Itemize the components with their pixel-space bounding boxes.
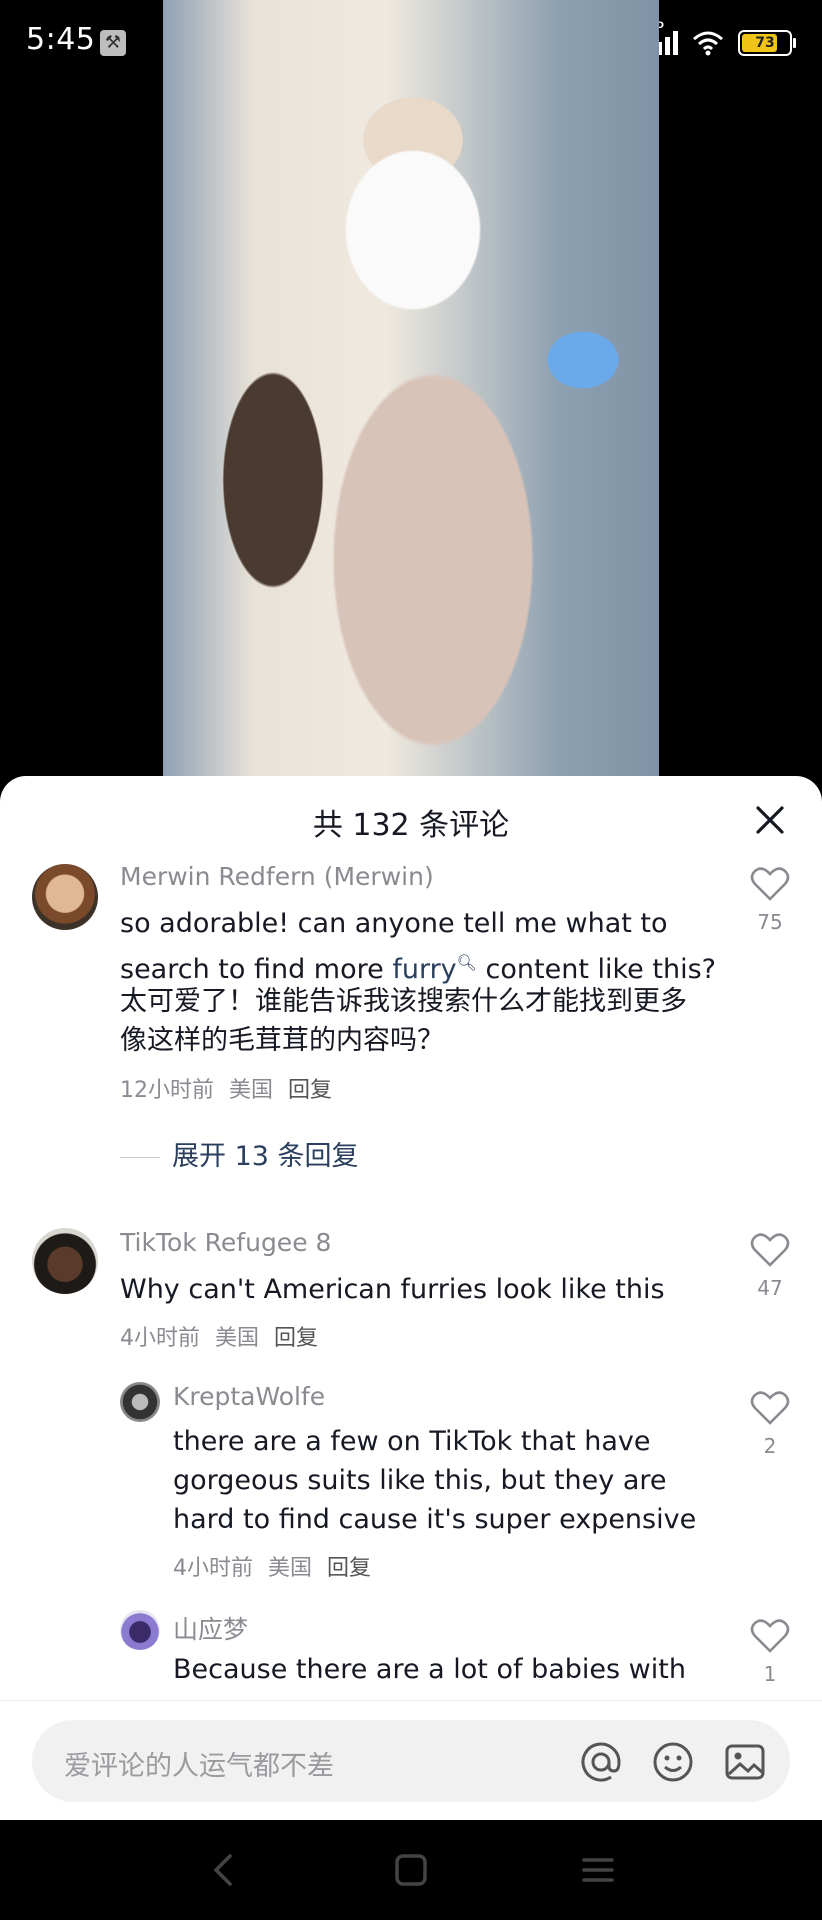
- like-button[interactable]: 47: [740, 1232, 800, 1300]
- expand-replies-button[interactable]: 展开 13 条回复: [120, 1134, 359, 1173]
- comment-username[interactable]: Merwin Redfern (Merwin): [120, 862, 434, 891]
- comment-username[interactable]: KreptaWolfe: [173, 1382, 325, 1411]
- comment-text: so adorable! can anyone tell me what to …: [120, 908, 716, 985]
- home-icon[interactable]: [389, 1848, 433, 1892]
- like-count: 2: [763, 1434, 777, 1458]
- reply-button[interactable]: 回复: [274, 1326, 318, 1351]
- comment-text: there are a few on TikTok that have gorg…: [173, 1426, 697, 1535]
- comment-input-placeholder: 爱评论的人运气都不差: [64, 1751, 334, 1782]
- divider: [120, 1157, 160, 1158]
- comment-username[interactable]: TikTok Refugee 8: [120, 1228, 331, 1257]
- battery-icon: 73: [738, 30, 796, 56]
- reply-button[interactable]: 回复: [288, 1078, 332, 1103]
- comment-meta: 4小时前 美国 回复: [173, 1556, 372, 1581]
- wifi-icon: [693, 31, 723, 56]
- like-button[interactable]: 2: [740, 1390, 800, 1458]
- comments-title: 共 132 条评论: [312, 808, 510, 843]
- emoji-icon[interactable]: [651, 1740, 695, 1784]
- comment-meta: 12小时前 美国 回复: [120, 1078, 333, 1103]
- heart-icon: [750, 1619, 790, 1653]
- battery-level: 73: [755, 35, 775, 51]
- like-button[interactable]: 75: [740, 866, 800, 934]
- comment-meta: 4小时前 美国 回复: [120, 1326, 319, 1351]
- like-count: 75: [757, 910, 783, 934]
- comment-text: Because there are a lot of babies with: [173, 1654, 686, 1685]
- close-icon[interactable]: [750, 800, 790, 840]
- avatar[interactable]: [120, 1382, 160, 1422]
- avatar[interactable]: [32, 864, 98, 930]
- avatar[interactable]: [32, 1228, 98, 1294]
- heart-icon: [750, 1391, 790, 1425]
- like-count: 47: [757, 1276, 783, 1300]
- search-keyword-link[interactable]: furry: [392, 954, 456, 985]
- video-player[interactable]: [163, 0, 659, 790]
- mention-icon[interactable]: [579, 1740, 623, 1784]
- search-icon: 🔍︎: [456, 953, 477, 972]
- heart-icon: [750, 1233, 790, 1267]
- reply-button[interactable]: 回复: [327, 1556, 371, 1581]
- wrench-icon: ⚒: [100, 30, 126, 56]
- like-count: 1: [763, 1662, 777, 1686]
- comment-translation: 太可爱了！谁能告诉我该搜索什么才能找到更多像这样的毛茸茸的内容吗？: [120, 986, 687, 1056]
- heart-icon: [750, 867, 790, 901]
- avatar[interactable]: [120, 1610, 160, 1650]
- status-time: 5:45: [26, 22, 96, 57]
- back-icon[interactable]: [202, 1848, 246, 1892]
- menu-icon[interactable]: [576, 1848, 620, 1892]
- image-icon[interactable]: [723, 1740, 767, 1784]
- like-button[interactable]: 1: [740, 1618, 800, 1686]
- comment-text: Why can't American furries look like thi…: [120, 1274, 665, 1305]
- comment-username[interactable]: 山应梦: [173, 1610, 248, 1646]
